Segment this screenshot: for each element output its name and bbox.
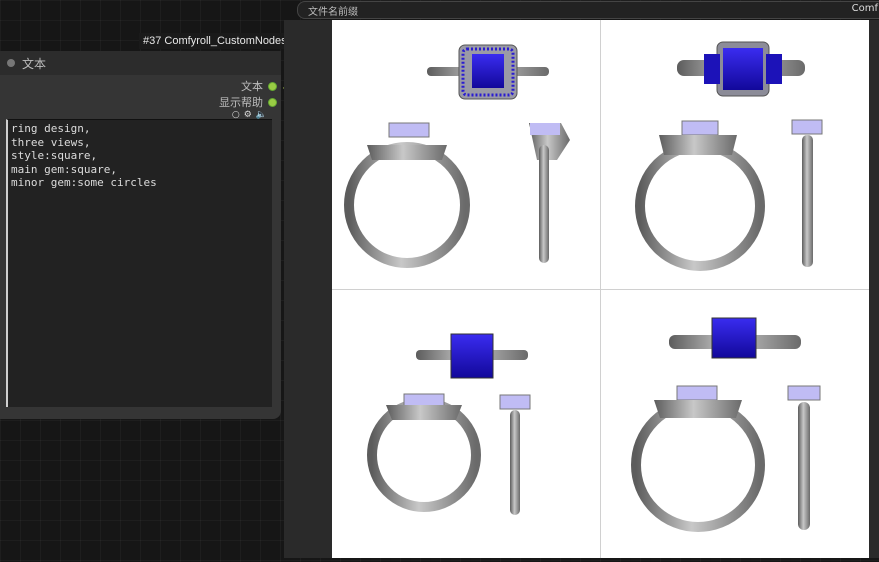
ring-view-1 xyxy=(344,44,570,268)
collapse-dot-icon[interactable] xyxy=(7,59,15,67)
text-node[interactable]: 文本 文本 显示帮助 ○ ⚙ 🔈 ring design, three view… xyxy=(0,51,281,419)
filename-prefix-field[interactable]: 文件名前缀 Comf xyxy=(297,1,879,19)
output-text[interactable]: 文本 xyxy=(241,79,277,93)
output-port-icon[interactable] xyxy=(268,81,277,91)
output-show-help[interactable]: 显示帮助 xyxy=(219,95,277,109)
output-text-label: 文本 xyxy=(241,80,263,93)
output-port-icon[interactable] xyxy=(268,97,277,107)
node-badge: #37 Comfyroll_CustomNodes xyxy=(139,33,291,49)
ring-view-2 xyxy=(635,41,823,271)
filename-prefix-value: Comf xyxy=(851,3,878,14)
ring-view-4 xyxy=(631,317,821,532)
ring-view-3 xyxy=(367,333,531,515)
image-grid[interactable] xyxy=(332,20,869,558)
output-show-help-label: 显示帮助 xyxy=(219,96,263,109)
filename-prefix-label: 文件名前缀 xyxy=(308,7,358,18)
node-title: 文本 xyxy=(22,57,47,71)
node-header[interactable]: 文本 xyxy=(0,51,281,75)
text-input[interactable]: ring design, three views, style:square, … xyxy=(6,119,272,407)
grid-divider-horizontal xyxy=(332,289,869,290)
